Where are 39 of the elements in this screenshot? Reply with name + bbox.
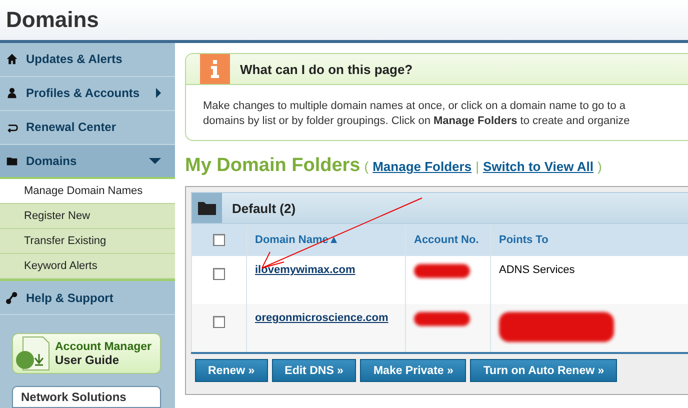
action-button[interactable]: Edit DNS »: [272, 359, 356, 382]
folder-name: Default (2): [232, 200, 296, 216]
brand-box: Network Solutions: [12, 386, 161, 408]
parenthesis: ): [597, 159, 602, 174]
info-text: domains by list or by folder groupings. Click on Manage Folders to create and organize: [203, 114, 631, 129]
folder-link[interactable]: Switch to View All: [482, 159, 594, 174]
home-icon: [6, 53, 18, 66]
action-button[interactable]: Renew »: [195, 359, 268, 382]
domain-link[interactable]: ilovemywimax.com: [255, 264, 356, 276]
sidebar-item[interactable]: Domains: [0, 144, 175, 180]
column-header[interactable]: Points To: [499, 234, 548, 246]
info-title: What can I do on this page?: [240, 62, 413, 76]
person-icon: [6, 87, 18, 100]
folder-icon: [6, 155, 18, 167]
user-guide-button[interactable]: Account Manager User Guide: [12, 333, 161, 374]
link-separator: |: [476, 159, 479, 174]
redaction-mark: [414, 264, 470, 278]
guide-subtitle: User Guide: [55, 352, 120, 367]
submenu-item[interactable]: Manage Domain Names: [0, 179, 175, 204]
redaction-mark: [414, 312, 470, 326]
action-button[interactable]: Make Private »: [360, 359, 466, 382]
folder-link[interactable]: Manage Folders: [372, 159, 472, 174]
select-all-checkbox[interactable]: [213, 234, 225, 246]
info-icon: [200, 54, 230, 84]
parenthesis: (: [364, 159, 369, 174]
column-header[interactable]: Domain Name▲: [255, 234, 340, 246]
submenu-item[interactable]: Transfer Existing: [0, 229, 175, 254]
action-button[interactable]: Turn on Auto Renew »: [470, 359, 618, 382]
info-text: Make changes to multiple domain names at once, or click on a domain name to go to a: [203, 99, 627, 114]
guide-title: Account Manager: [55, 340, 152, 353]
row-checkbox[interactable]: [213, 316, 225, 328]
page-title: Domains: [6, 7, 99, 33]
submenu-item[interactable]: Register New: [0, 204, 175, 230]
table-cell: ADNS Services: [499, 264, 575, 276]
submenu-item[interactable]: Keyword Alerts: [0, 254, 175, 280]
row-checkbox[interactable]: [213, 268, 225, 280]
folder-icon: [192, 193, 222, 223]
sidebar-item[interactable]: Renewal Center: [0, 110, 175, 145]
section-title: My Domain Folders: [185, 155, 360, 177]
